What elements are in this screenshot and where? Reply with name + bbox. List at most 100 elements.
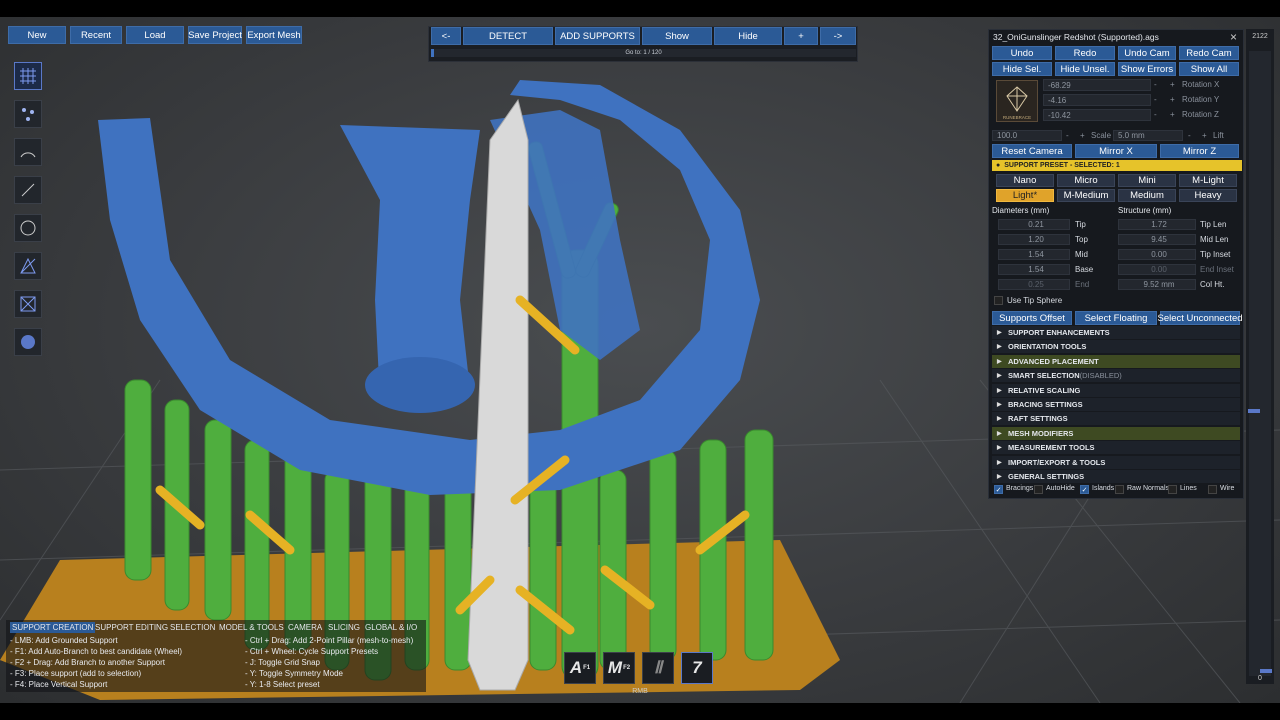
scroll-thumb[interactable]	[1260, 669, 1272, 673]
line-tool-icon[interactable]	[14, 176, 42, 204]
preset-mini-button[interactable]: Mini	[1118, 174, 1176, 187]
show-errors-button[interactable]: Show Errors	[1118, 62, 1176, 76]
mesh-tool-icon[interactable]	[14, 252, 42, 280]
section-mesh-modifiers[interactable]: MESH MODIFIERS	[992, 426, 1240, 440]
undo-cam-button[interactable]: Undo Cam	[1118, 46, 1176, 60]
select-unconnected-button[interactable]: Select Unconnected	[1157, 311, 1243, 325]
column-height-field[interactable]: 9.52 mm	[1118, 279, 1196, 290]
add-supports-button[interactable]: ADD SUPPORTS	[555, 27, 640, 45]
redo-button[interactable]: Redo	[1055, 46, 1115, 60]
rotation-x-field[interactable]: -68.29	[1043, 79, 1151, 91]
toggle-wire-checkbox[interactable]	[1208, 485, 1217, 494]
show-all-button[interactable]: Show All	[1179, 62, 1239, 76]
tab-model-tools[interactable]: MODEL & TOOLS	[217, 622, 286, 633]
scale-field[interactable]: 100.0	[992, 130, 1062, 141]
section-advanced-placement[interactable]: ADVANCED PLACEMENT	[992, 354, 1240, 368]
pillar-hotkey-icon[interactable]: Ⅱ	[642, 652, 674, 684]
scroll-marker[interactable]	[1248, 409, 1260, 413]
use-tip-sphere-checkbox[interactable]	[994, 296, 1003, 305]
mid-len-field[interactable]: 9.45	[1118, 234, 1196, 245]
tip-inset-field[interactable]: 0.00	[1118, 249, 1196, 260]
grid-tool-icon[interactable]	[14, 62, 42, 90]
plus-button[interactable]: +	[784, 27, 818, 45]
redo-cam-button[interactable]: Redo Cam	[1179, 46, 1239, 60]
toggle-autohide-checkbox[interactable]	[1034, 485, 1043, 494]
tip-len-field[interactable]: 1.72	[1118, 219, 1196, 230]
select-floating-button[interactable]: Select Floating	[1075, 311, 1157, 325]
recent-button[interactable]: Recent	[70, 26, 122, 44]
toggle-raw-normals-checkbox[interactable]	[1115, 485, 1124, 494]
lift-field[interactable]: 5.0 mm	[1113, 130, 1183, 141]
section-raft-settings[interactable]: RAFT SETTINGS	[992, 412, 1240, 426]
scale-plus[interactable]: +	[1080, 131, 1085, 140]
section-smart-selection[interactable]: SMART SELECTION(DISABLED)	[992, 369, 1240, 383]
preset-micro-button[interactable]: Micro	[1057, 174, 1115, 187]
end-diameter-field[interactable]: 0.25	[998, 279, 1070, 290]
end-inset-field[interactable]: 0.00	[1118, 264, 1196, 275]
base-diameter-field[interactable]: 1.54	[998, 264, 1070, 275]
wire-mesh-tool-icon[interactable]	[14, 290, 42, 318]
section-relative-scaling[interactable]: RELATIVE SCALING	[992, 383, 1240, 397]
mirror-x-button[interactable]: Mirror X	[1075, 144, 1157, 158]
rotation-y-minus[interactable]: -	[1154, 95, 1157, 104]
scroll-track[interactable]	[1249, 51, 1271, 676]
reset-camera-button[interactable]: Reset Camera	[992, 144, 1072, 158]
auto-branch-hotkey-icon[interactable]: A F1	[564, 652, 596, 684]
save-project-button[interactable]: Save Project	[188, 26, 242, 44]
section-general-settings[interactable]: GENERAL SETTINGS	[992, 470, 1240, 483]
lift-minus[interactable]: -	[1188, 131, 1191, 140]
hide-selected-button[interactable]: Hide Sel.	[992, 62, 1052, 76]
section-import-export-tools[interactable]: IMPORT/EXPORT & TOOLS	[992, 455, 1240, 469]
tab-camera[interactable]: CAMERA	[286, 622, 324, 633]
lift-plus[interactable]: +	[1202, 131, 1207, 140]
top-diameter-field[interactable]: 1.20	[998, 234, 1070, 245]
arc-tool-icon[interactable]	[14, 138, 42, 166]
rotation-z-plus[interactable]: +	[1170, 110, 1175, 119]
sphere-tool-icon[interactable]	[14, 328, 42, 356]
section-support-enhancements[interactable]: SUPPORT ENHANCEMENTS	[992, 326, 1240, 339]
new-button[interactable]: New	[8, 26, 66, 44]
preset-heavy-button[interactable]: Heavy	[1179, 189, 1237, 202]
support-preset-header[interactable]: ● SUPPORT PRESET - SELECTED: 1	[992, 160, 1242, 171]
rotation-y-field[interactable]: -4.16	[1043, 94, 1151, 106]
rotation-z-minus[interactable]: -	[1154, 110, 1157, 119]
tab-support-editing[interactable]: SUPPORT EDITING	[93, 622, 170, 633]
mid-diameter-field[interactable]: 1.54	[998, 249, 1070, 260]
show-button[interactable]: Show	[642, 27, 712, 45]
right-scroll-strip[interactable]: 2122 0	[1246, 29, 1274, 684]
scale-minus[interactable]: -	[1066, 131, 1069, 140]
branch-hotkey-icon[interactable]: M F2	[603, 652, 635, 684]
vertical-support-hotkey-icon[interactable]: 7	[681, 652, 713, 684]
export-mesh-button[interactable]: Export Mesh	[246, 26, 302, 44]
undo-button[interactable]: Undo	[992, 46, 1052, 60]
tip-diameter-field[interactable]: 0.21	[998, 219, 1070, 230]
tab-global-io[interactable]: GLOBAL & I/O	[363, 622, 419, 633]
preset-light-button[interactable]: Light*	[996, 189, 1054, 202]
tab-selection[interactable]: SELECTION	[168, 622, 217, 633]
previous-button[interactable]: <-	[431, 27, 461, 45]
rotation-z-field[interactable]: -10.42	[1043, 109, 1151, 121]
progress-track[interactable]: Go to: 1 / 120	[431, 49, 856, 57]
hide-unselected-button[interactable]: Hide Unsel.	[1055, 62, 1115, 76]
tab-slicing[interactable]: SLICING	[326, 622, 362, 633]
toggle-bracings-checkbox[interactable]: ✓	[994, 485, 1003, 494]
supports-offset-button[interactable]: Supports Offset	[992, 311, 1072, 325]
rotation-x-plus[interactable]: +	[1170, 80, 1175, 89]
tab-support-creation[interactable]: SUPPORT CREATION	[10, 622, 96, 633]
rotation-x-minus[interactable]: -	[1154, 80, 1157, 89]
preset-medium-button[interactable]: Medium	[1118, 189, 1176, 202]
section-orientation-tools[interactable]: ORIENTATION TOOLS	[992, 340, 1240, 354]
preset-m-light-button[interactable]: M-Light	[1179, 174, 1237, 187]
section-bracing-settings[interactable]: BRACING SETTINGS	[992, 398, 1240, 411]
preset-nano-button[interactable]: Nano	[996, 174, 1054, 187]
close-icon[interactable]: ×	[1230, 30, 1237, 44]
preset-m-medium-button[interactable]: M-Medium	[1057, 189, 1115, 202]
detect-button[interactable]: DETECT	[463, 27, 553, 45]
toggle-islands-checkbox[interactable]: ✓	[1080, 485, 1089, 494]
circle-tool-icon[interactable]	[14, 214, 42, 242]
hide-button[interactable]: Hide	[714, 27, 782, 45]
mirror-z-button[interactable]: Mirror Z	[1160, 144, 1239, 158]
load-button[interactable]: Load	[126, 26, 184, 44]
points-tool-icon[interactable]	[14, 100, 42, 128]
section-measurement-tools[interactable]: MEASUREMENT TOOLS	[992, 441, 1240, 455]
